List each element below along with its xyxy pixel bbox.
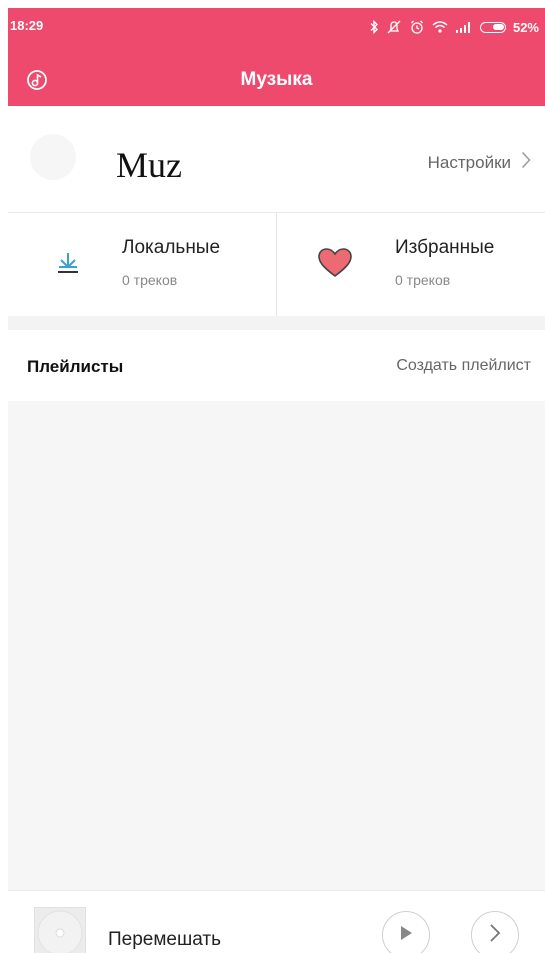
- status-time: 18:29: [10, 18, 44, 33]
- tile-favorites-count: 0 треков: [395, 272, 451, 288]
- nav-row: Музыка: [8, 52, 545, 106]
- avatar[interactable]: [30, 134, 76, 180]
- alarm-off-icon: [386, 19, 402, 35]
- header-bar: 18:29 52% Музыка: [8, 8, 545, 106]
- app-screen: 18:29 52% Музыка Muz Настройки Локальные…: [8, 8, 545, 953]
- shuffle-label[interactable]: Перемешать: [108, 929, 221, 951]
- status-icons: 52%: [369, 16, 539, 38]
- settings-label: Настройки: [427, 152, 511, 172]
- download-icon: [52, 247, 84, 279]
- tile-local-label: Локальные: [122, 237, 221, 258]
- playlists-list: [8, 401, 545, 890]
- playlists-header: Плейлисты Создать плейлист: [8, 330, 545, 402]
- tile-local[interactable]: Локальные 0 треков: [8, 213, 276, 316]
- battery-icon: [479, 21, 506, 33]
- battery-percent: 52%: [512, 19, 539, 35]
- tile-favorites[interactable]: Избранные 0 треков: [276, 213, 545, 316]
- alarm-icon: [409, 19, 425, 35]
- signal-icon: [455, 21, 473, 33]
- profile-row[interactable]: Muz Настройки: [8, 106, 545, 213]
- profile-name: Muz: [116, 145, 182, 185]
- play-icon: [398, 924, 414, 947]
- settings-link[interactable]: Настройки: [428, 151, 531, 174]
- tile-favorites-label: Избранные: [395, 237, 495, 258]
- album-art[interactable]: [34, 907, 86, 953]
- status-bar: 18:29 52%: [8, 8, 545, 48]
- play-button[interactable]: [382, 911, 430, 953]
- quick-tiles: Локальные 0 треков Избранные 0 треков: [8, 213, 545, 316]
- tile-local-count: 0 треков: [122, 272, 178, 288]
- chevron-right-icon: [521, 151, 531, 174]
- wifi-icon: [432, 20, 448, 34]
- create-playlist-button[interactable]: Создать плейлист: [396, 357, 531, 375]
- next-button[interactable]: [471, 911, 519, 953]
- page-title: Музыка: [240, 69, 313, 90]
- playlists-title: Плейлисты: [27, 357, 124, 376]
- heart-icon: [317, 247, 352, 279]
- chevron-right-icon: [489, 923, 501, 948]
- bluetooth-icon: [369, 20, 379, 34]
- section-divider: [8, 316, 545, 330]
- mini-player: Перемешать: [8, 890, 545, 953]
